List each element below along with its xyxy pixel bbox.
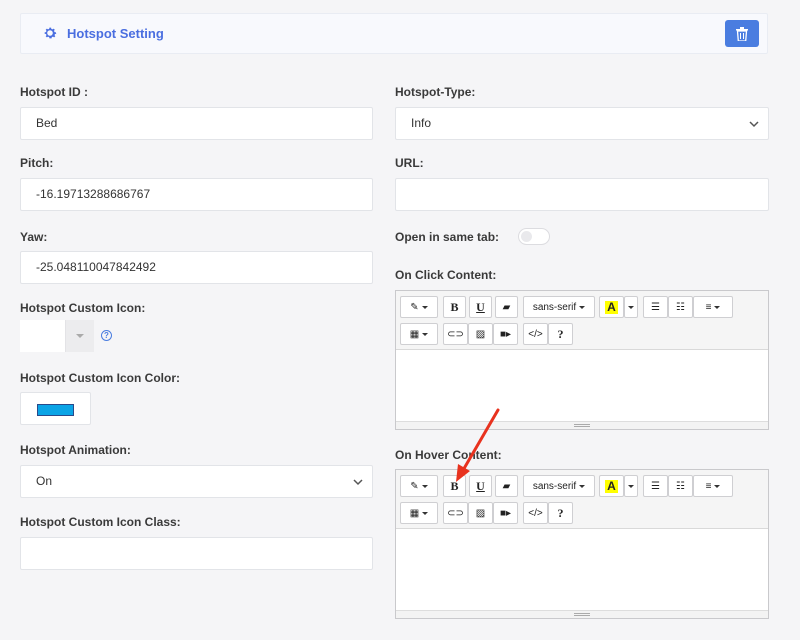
- paragraph-align-button[interactable]: ≡: [693, 475, 733, 497]
- custom-icon-picker[interactable]: [20, 320, 94, 352]
- hotspot-id-input[interactable]: Bed: [20, 107, 373, 140]
- picture-icon: ▨: [475, 328, 486, 340]
- font-name-dropdown[interactable]: sans-serif: [523, 475, 595, 497]
- eraser-icon: ▰: [502, 480, 511, 492]
- editor-resize-handle[interactable]: [396, 610, 768, 618]
- custom-icon-color-label: Hotspot Custom Icon Color:: [20, 371, 180, 385]
- pitch-label: Pitch:: [20, 156, 54, 170]
- icon-color-picker[interactable]: [20, 392, 91, 425]
- hotspot-id-label: Hotspot ID :: [20, 85, 88, 99]
- table-button[interactable]: ▦: [400, 502, 438, 524]
- picture-button[interactable]: ▨: [468, 323, 493, 345]
- question-circle-icon[interactable]: ?: [101, 330, 112, 341]
- chevron-down-icon: [353, 479, 363, 486]
- link-icon: ⊂⊃: [447, 507, 464, 519]
- align-icon: ≡: [705, 301, 712, 313]
- yaw-label: Yaw:: [20, 230, 48, 244]
- same-tab-label: Open in same tab:: [395, 230, 500, 244]
- editor-toolbar: ✎ B U ▰ sans-serif A ☰ ☷ ≡ ▦ ⊂⊃ ▨ ■▸ </>…: [396, 291, 768, 350]
- paragraph-align-button[interactable]: ≡: [693, 296, 733, 318]
- hotspot-type-select[interactable]: Info: [395, 107, 769, 140]
- picture-button[interactable]: ▨: [468, 502, 493, 524]
- video-icon: ■▸: [499, 328, 512, 340]
- picture-icon: ▨: [475, 507, 486, 519]
- magic-icon: ✎: [410, 301, 419, 313]
- code-view-button[interactable]: </>: [523, 502, 548, 524]
- code-view-button[interactable]: </>: [523, 323, 548, 345]
- gear-icon: [44, 27, 57, 39]
- ordered-list-button[interactable]: ☷: [668, 296, 693, 318]
- unordered-list-icon: ☰: [651, 301, 660, 313]
- unordered-list-button[interactable]: ☰: [643, 475, 668, 497]
- video-button[interactable]: ■▸: [493, 502, 518, 524]
- trash-icon: [736, 26, 748, 41]
- color-dropdown[interactable]: [624, 296, 638, 318]
- ordered-list-button[interactable]: ☷: [668, 475, 693, 497]
- custom-icon-label: Hotspot Custom Icon:: [20, 301, 146, 315]
- video-button[interactable]: ■▸: [493, 323, 518, 345]
- magic-button[interactable]: ✎: [400, 296, 438, 318]
- text-color-label: A: [605, 478, 618, 493]
- magic-icon: ✎: [410, 480, 419, 492]
- delete-hotspot-button[interactable]: [725, 20, 759, 47]
- on-hover-edit-area[interactable]: [396, 529, 768, 610]
- icon-picker-dropdown[interactable]: [65, 320, 94, 352]
- video-icon: ■▸: [499, 507, 512, 519]
- color-dropdown[interactable]: [624, 475, 638, 497]
- hotspot-type-value: Info: [411, 116, 432, 130]
- custom-icon-class-input[interactable]: [20, 537, 373, 570]
- unordered-list-button[interactable]: ☰: [643, 296, 668, 318]
- caret-down-icon: [76, 334, 84, 338]
- help-button[interactable]: ?: [548, 502, 573, 524]
- link-button[interactable]: ⊂⊃: [443, 502, 468, 524]
- color-button[interactable]: A: [599, 296, 624, 318]
- custom-icon-class-label: Hotspot Custom Icon Class:: [20, 515, 181, 529]
- bold-button[interactable]: B: [443, 296, 466, 318]
- url-input[interactable]: [395, 178, 769, 211]
- chevron-down-icon: [749, 121, 759, 128]
- url-label: URL:: [395, 156, 424, 170]
- font-name-dropdown[interactable]: sans-serif: [523, 296, 595, 318]
- font-name-label: sans-serif: [532, 301, 577, 313]
- on-click-content-label: On Click Content:: [395, 268, 497, 282]
- color-swatch: [37, 404, 74, 416]
- yaw-input[interactable]: -25.048110047842492: [20, 251, 373, 284]
- table-icon: ▦: [409, 328, 420, 340]
- table-button[interactable]: ▦: [400, 323, 438, 345]
- ordered-list-icon: ☷: [676, 480, 685, 492]
- animation-select[interactable]: On: [20, 465, 373, 498]
- same-tab-toggle[interactable]: [518, 228, 550, 245]
- toggle-knob: [521, 231, 532, 242]
- section-header: Hotspot Setting: [20, 13, 768, 54]
- color-button[interactable]: A: [599, 475, 624, 497]
- link-button[interactable]: ⊂⊃: [443, 323, 468, 345]
- pitch-input[interactable]: -16.19713288686767: [20, 178, 373, 211]
- text-color-label: A: [605, 299, 618, 314]
- section-title: Hotspot Setting: [67, 26, 164, 41]
- annotation-arrow: [456, 408, 500, 482]
- clear-format-button[interactable]: ▰: [495, 296, 518, 318]
- align-icon: ≡: [705, 480, 712, 492]
- font-name-label: sans-serif: [532, 480, 577, 492]
- table-icon: ▦: [409, 507, 420, 519]
- unordered-list-icon: ☰: [651, 480, 660, 492]
- help-button[interactable]: ?: [548, 323, 573, 345]
- eraser-icon: ▰: [502, 301, 511, 313]
- hotspot-type-label: Hotspot-Type:: [395, 85, 476, 99]
- animation-value: On: [36, 474, 53, 488]
- animation-label: Hotspot Animation:: [20, 443, 131, 457]
- underline-button[interactable]: U: [469, 296, 492, 318]
- link-icon: ⊂⊃: [447, 328, 464, 340]
- magic-button[interactable]: ✎: [400, 475, 438, 497]
- ordered-list-icon: ☷: [676, 301, 685, 313]
- on-hover-editor: ✎ B U ▰ sans-serif A ☰ ☷ ≡ ▦ ⊂⊃ ▨ ■▸ </>…: [395, 469, 769, 619]
